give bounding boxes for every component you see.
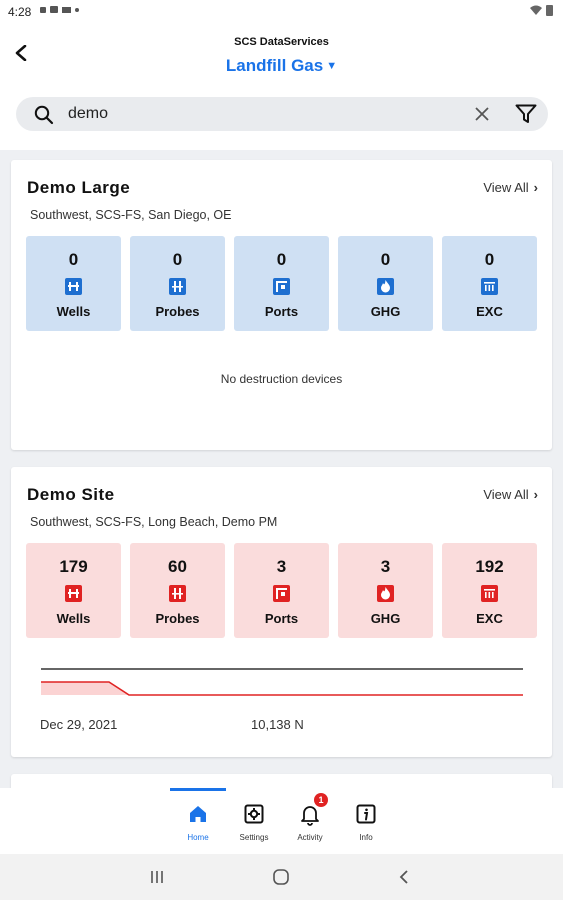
active-tab-indicator	[170, 788, 226, 791]
system-back-icon[interactable]	[394, 868, 414, 886]
ports-tile[interactable]: 3 Ports	[234, 543, 329, 638]
probes-label: Probes	[155, 611, 200, 626]
flow-trend-sparkline	[41, 668, 523, 696]
wells-tile[interactable]: 179 Wells	[26, 543, 121, 638]
view-all-link[interactable]: View All ›	[483, 487, 538, 502]
chevron-down-icon: ▼	[326, 60, 338, 72]
exc-count: 192	[475, 557, 504, 576]
probes-count: 0	[172, 250, 183, 269]
trend-fill	[41, 682, 129, 695]
activity-badge: 1	[314, 793, 328, 807]
nav-info-label: Info	[359, 833, 373, 842]
probes-icon	[169, 585, 186, 602]
empty-state-message: No destruction devices	[220, 372, 343, 386]
ports-tile[interactable]: 0 Ports	[234, 236, 329, 331]
home-button-icon[interactable]	[271, 868, 291, 886]
view-all-label: View All	[483, 487, 529, 502]
status-time: 4:28	[8, 5, 32, 19]
wells-icon	[65, 585, 82, 602]
ports-label: Ports	[264, 304, 299, 319]
exc-label: EXC	[476, 304, 503, 319]
site-card: Demo Site View All › Southwest, SCS-FS, L…	[11, 467, 552, 757]
ghg-tile[interactable]: 0 GHG	[338, 236, 433, 331]
ports-count: 3	[276, 557, 287, 576]
nav-home[interactable]: Home	[170, 788, 226, 854]
home-icon	[190, 806, 206, 822]
search-icon	[34, 105, 54, 125]
exc-count: 0	[484, 250, 495, 269]
trend-date: Dec 29, 2021	[40, 717, 118, 732]
app-header: SCS DataServices Landfill Gas ▼	[0, 24, 563, 150]
exc-tile[interactable]: 192 EXC	[442, 543, 537, 638]
nav-home-label: Home	[187, 833, 209, 842]
info-icon	[356, 804, 376, 824]
search-input[interactable]	[68, 103, 448, 125]
ghg-count: 0	[380, 250, 391, 269]
device-tiles: 0 Wells 0 Probes 0 Ports 0 GHG 0 EXC	[26, 236, 538, 331]
status-bar: 4:28	[0, 0, 563, 24]
site-location: Southwest, SCS-FS, San Diego, OE	[30, 208, 232, 222]
probes-label: Probes	[155, 304, 200, 319]
notification-icons	[40, 5, 86, 18]
nav-activity-label: Activity	[297, 833, 323, 842]
ghg-label: GHG	[370, 304, 401, 319]
probes-tile[interactable]: 0 Probes	[130, 236, 225, 331]
site-location: Southwest, SCS-FS, Long Beach, Demo PM	[30, 515, 278, 529]
nav-settings[interactable]: Settings	[226, 788, 282, 854]
view-all-label: View All	[483, 180, 529, 195]
ports-label: Ports	[264, 611, 299, 626]
wifi-battery-icon	[530, 5, 553, 16]
clear-search-icon[interactable]	[474, 106, 490, 122]
system-navigation-bar	[0, 854, 563, 900]
nav-settings-label: Settings	[239, 833, 269, 842]
device-tiles: 179 Wells 60 Probes 3 Ports 3 GHG 192 EX…	[26, 543, 538, 638]
wells-label: Wells	[56, 611, 91, 626]
wells-icon	[65, 278, 82, 295]
site-card-partial	[11, 774, 552, 788]
site-card: Demo Large View All › Southwest, SCS-FS, …	[11, 160, 552, 450]
probes-icon	[169, 278, 186, 295]
view-all-link[interactable]: View All ›	[483, 180, 538, 195]
exc-label: EXC	[476, 611, 503, 626]
site-type-label: Landfill Gas	[225, 56, 324, 75]
exc-icon	[481, 585, 498, 602]
ghg-count: 3	[380, 557, 391, 576]
nav-activity[interactable]: 1 Activity	[282, 788, 338, 854]
exc-tile[interactable]: 0 EXC	[442, 236, 537, 331]
probes-tile[interactable]: 60 Probes	[130, 543, 225, 638]
exc-icon	[481, 278, 498, 295]
site-title: Demo Large	[27, 178, 131, 197]
bottom-navigation: Home Settings 1 Activity Info	[0, 788, 563, 854]
ports-count: 0	[276, 250, 287, 269]
wells-count: 179	[59, 557, 88, 576]
flame-icon	[377, 278, 394, 295]
probes-count: 60	[168, 557, 187, 576]
wells-label: Wells	[56, 304, 91, 319]
site-type-selector[interactable]: Landfill Gas ▼	[0, 56, 563, 76]
flame-icon	[377, 585, 394, 602]
notification-glyphs	[40, 6, 79, 13]
trend-value: 10,138 N	[251, 717, 304, 732]
nav-info[interactable]: Info	[338, 788, 394, 854]
system-status-icons	[529, 4, 555, 19]
app-name: SCS DataServices	[234, 36, 329, 48]
filter-icon[interactable]	[515, 104, 537, 124]
site-list: Demo Large View All › Southwest, SCS-FS, …	[0, 150, 563, 788]
settings-icon	[244, 804, 264, 824]
ports-icon	[273, 585, 290, 602]
wells-count: 0	[68, 250, 79, 269]
ghg-label: GHG	[370, 611, 401, 626]
wells-tile[interactable]: 0 Wells	[26, 236, 121, 331]
recent-apps-icon[interactable]	[147, 868, 167, 886]
search-bar	[16, 97, 548, 131]
site-title: Demo Site	[27, 485, 115, 504]
chevron-right-icon: ›	[533, 180, 538, 195]
ports-icon	[273, 278, 290, 295]
ghg-tile[interactable]: 3 GHG	[338, 543, 433, 638]
chevron-right-icon: ›	[533, 487, 538, 502]
